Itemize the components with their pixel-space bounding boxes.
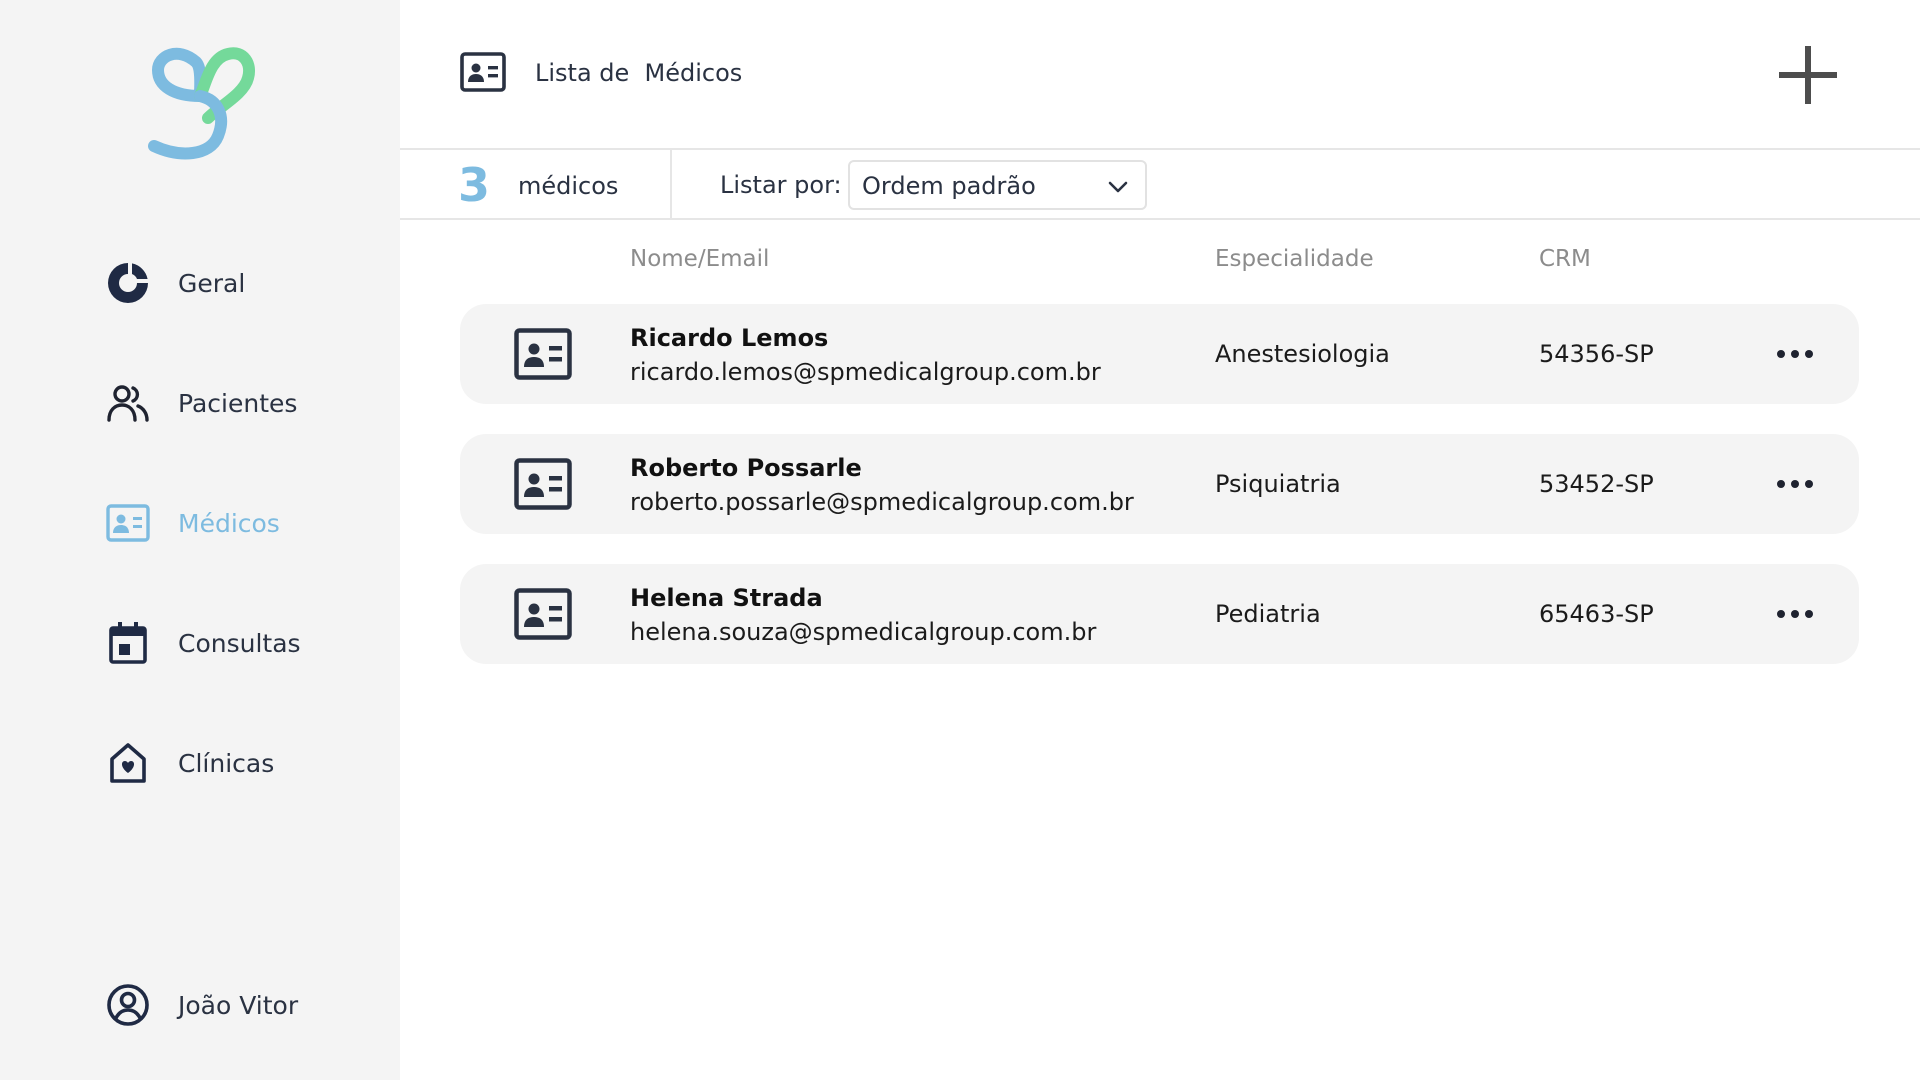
doctor-specialty: Pediatria	[1215, 600, 1321, 628]
plus-icon	[1779, 46, 1837, 104]
page-title: Lista de Médicos	[535, 59, 743, 87]
filter-bar: 3 médicos Listar por: Ordem padrão	[400, 150, 1920, 220]
sort-label: Listar por:	[720, 171, 842, 199]
donut-chart-icon	[102, 257, 154, 309]
sidebar-item-label: Geral	[178, 268, 246, 298]
id-card-icon	[514, 588, 572, 640]
doctor-crm: 53452-SP	[1539, 470, 1654, 498]
id-card-icon	[514, 328, 572, 380]
sidebar-item-geral[interactable]: Geral	[102, 253, 245, 313]
sidebar-item-consultas[interactable]: Consultas	[102, 613, 301, 673]
main-content: Lista de Médicos 3 médicos Listar por: O…	[400, 0, 1920, 1080]
id-card-icon	[460, 52, 506, 98]
house-heart-icon	[102, 737, 154, 789]
doctor-specialty: Psiquiatria	[1215, 470, 1341, 498]
more-options-icon[interactable]	[1767, 594, 1823, 634]
sidebar-item-label: Consultas	[178, 628, 301, 658]
doctor-count-label: médicos	[518, 172, 619, 200]
users-icon	[102, 377, 154, 429]
doctor-crm: 65463-SP	[1539, 600, 1654, 628]
more-options-icon[interactable]	[1767, 464, 1823, 504]
column-header-crm: CRM	[1539, 246, 1591, 272]
divider	[670, 150, 672, 220]
sidebar-item-label: Médicos	[178, 508, 280, 538]
doctor-count: 3	[458, 158, 491, 212]
calendar-icon	[102, 617, 154, 669]
doctor-email: roberto.possarle@spmedicalgroup.com.br	[630, 488, 1134, 516]
user-name: João Vitor	[178, 990, 299, 1020]
sort-select[interactable]: Ordem padrão	[848, 160, 1147, 210]
doctor-email: ricardo.lemos@spmedicalgroup.com.br	[630, 358, 1101, 386]
id-card-icon	[514, 458, 572, 510]
sidebar-item-pacientes[interactable]: Pacientes	[102, 373, 297, 433]
doctor-email: helena.souza@spmedicalgroup.com.br	[630, 618, 1097, 646]
sidebar-item-label: Pacientes	[178, 388, 298, 418]
doctor-name: Helena Strada	[630, 584, 823, 612]
table-row[interactable]: Ricardo Lemos ricardo.lemos@spmedicalgro…	[460, 304, 1859, 404]
column-header-specialty: Especialidade	[1215, 246, 1374, 272]
column-header-name-email: Nome/Email	[630, 246, 770, 272]
doctor-name: Roberto Possarle	[630, 454, 862, 482]
doctor-name: Ricardo Lemos	[630, 324, 829, 352]
more-options-icon[interactable]	[1767, 334, 1823, 374]
sidebar-item-label: Clínicas	[178, 748, 275, 778]
table-row[interactable]: Helena Strada helena.souza@spmedicalgrou…	[460, 564, 1859, 664]
sort-select-value: Ordem padrão	[862, 172, 1036, 200]
page-header: Lista de Médicos	[400, 0, 1920, 150]
app-logo[interactable]	[144, 46, 256, 162]
id-card-icon	[102, 497, 154, 549]
user-profile[interactable]: João Vitor	[102, 975, 298, 1035]
add-button[interactable]	[1775, 42, 1841, 108]
sidebar-item-medicos[interactable]: Médicos	[102, 493, 280, 553]
table-row[interactable]: Roberto Possarle roberto.possarle@spmedi…	[460, 434, 1859, 534]
doctor-crm: 54356-SP	[1539, 340, 1654, 368]
user-circle-icon	[102, 979, 154, 1031]
doctor-specialty: Anestesiologia	[1215, 340, 1390, 368]
sidebar: Geral Pacientes Médicos Consultas Clínic…	[0, 0, 400, 1080]
sidebar-item-clinicas[interactable]: Clínicas	[102, 733, 274, 793]
chevron-down-icon	[1108, 181, 1128, 193]
